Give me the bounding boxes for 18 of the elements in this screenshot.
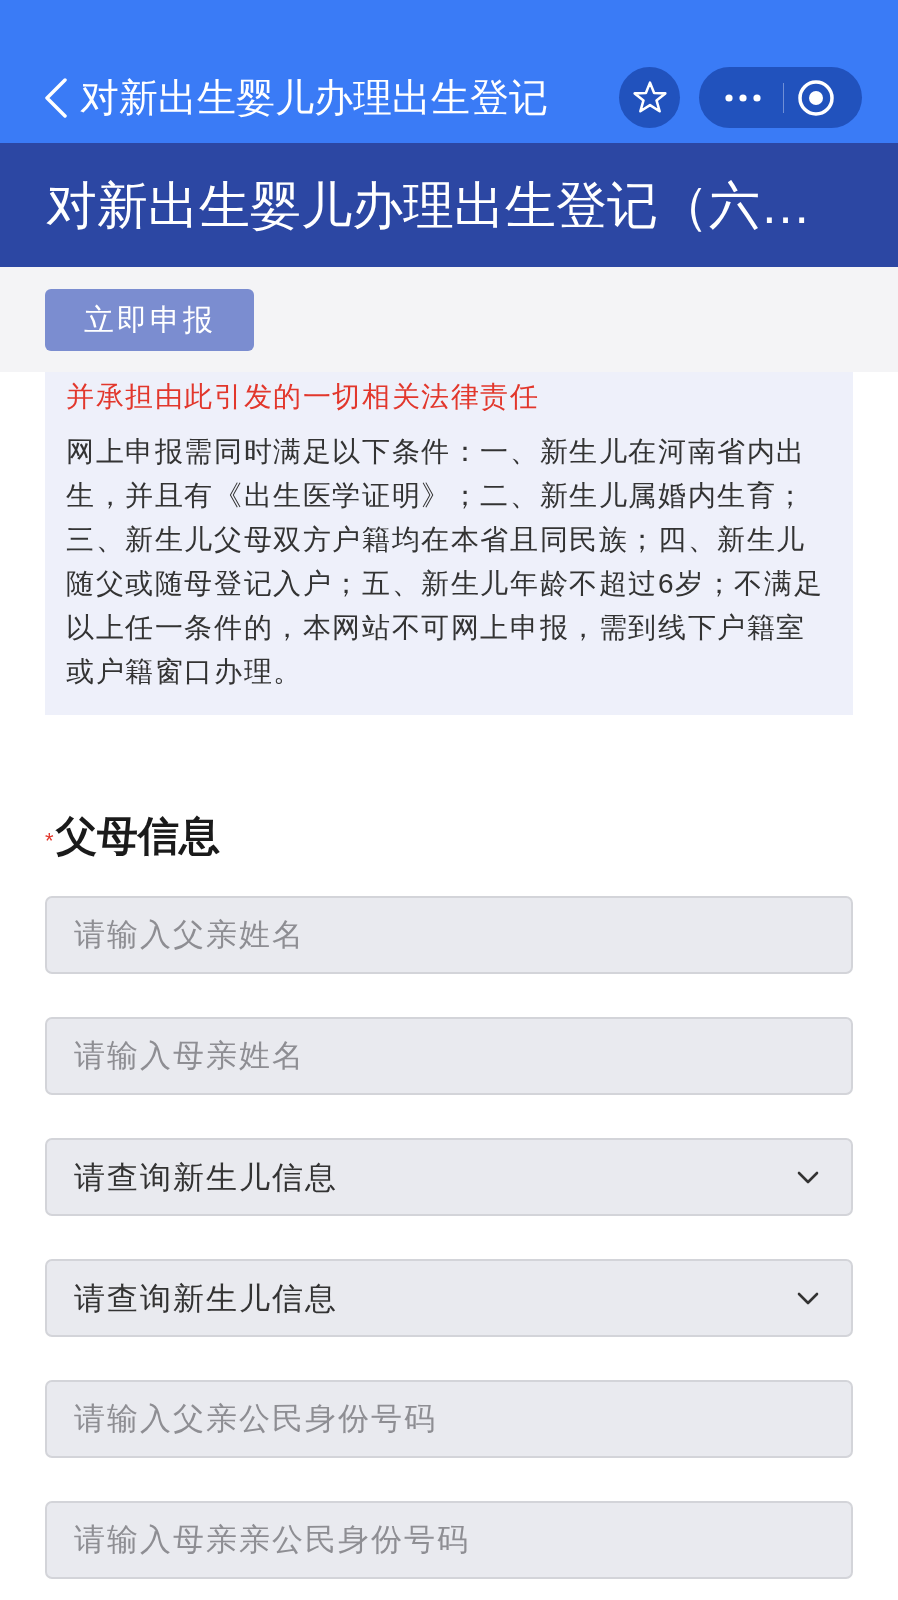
circle-dot-icon[interactable]	[798, 79, 834, 116]
input-field[interactable]: 请输入父亲姓名	[45, 896, 853, 974]
nav-title: 对新出生婴儿办理出生登记	[80, 78, 548, 117]
input-field[interactable]: 请输入父亲公民身份号码	[45, 1380, 853, 1458]
chevron-down-icon	[797, 1170, 819, 1184]
back-icon[interactable]	[45, 77, 67, 118]
required-mark: *	[45, 830, 54, 852]
input-field[interactable]: 请输入母亲姓名	[45, 1017, 853, 1095]
page-title: 对新出生婴儿办理出生登记（六…	[46, 179, 811, 231]
dropdown-field[interactable]: 请查询新生儿信息	[45, 1259, 853, 1337]
notice-text: 网上申报需同时满足以下条件：一、新生儿在河南省内出生，并且有《出生医学证明》；二、新生儿属婚内生育；三、新生儿父母双方户籍均在本省且同民族；四、新生儿随父或随母登记入户；五、新生儿年龄不超过6岁；不满足以上任一条件的，本网站不可网上申报，需到线下户籍室或户籍窗口办理。	[66, 435, 825, 689]
star-icon	[632, 81, 667, 114]
section-title: 父母信息	[55, 812, 220, 861]
dropdown-field[interactable]: 请查询新生儿信息	[45, 1138, 853, 1216]
more-icon[interactable]	[725, 93, 761, 102]
input-field[interactable]: 请输入母亲亲公民身份号码	[45, 1501, 853, 1579]
warning-text: 并承担由此引发的一切相关法律责任	[66, 380, 541, 414]
chevron-down-icon	[797, 1291, 819, 1305]
